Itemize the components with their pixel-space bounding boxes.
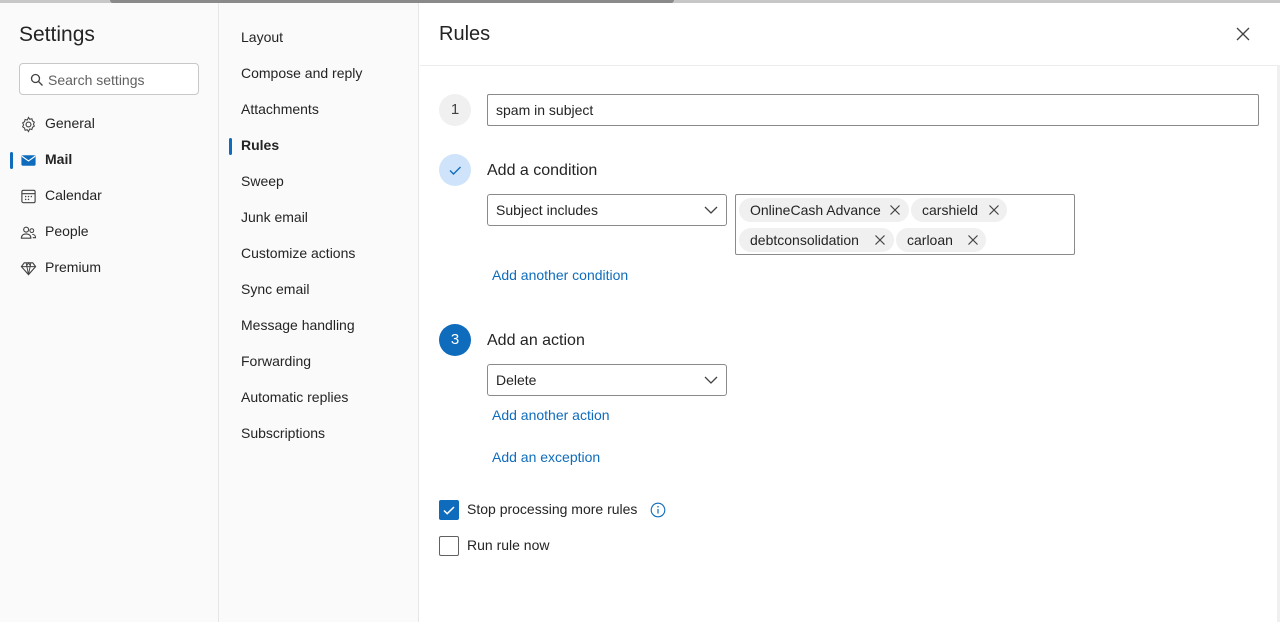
search-input[interactable] xyxy=(48,70,193,90)
add-another-action-link[interactable]: Add another action xyxy=(492,407,610,423)
stop-processing-checkbox[interactable] xyxy=(439,500,459,520)
settings-sidebar: Settings General Mail Calendar People Pr… xyxy=(0,3,219,622)
checkmark-icon xyxy=(443,506,455,515)
gear-icon xyxy=(21,116,36,133)
nav-item-junk-email[interactable]: Junk email xyxy=(219,202,418,234)
nav-item-label: Subscriptions xyxy=(241,425,326,441)
stop-processing-label: Stop processing more rules xyxy=(467,501,638,517)
nav-item-label: Automatic replies xyxy=(241,389,349,405)
info-icon[interactable] xyxy=(650,502,666,518)
rules-panel: Rules 1 Add a condition Subject includes… xyxy=(420,3,1280,622)
nav-item-label: Attachments xyxy=(241,101,319,117)
close-icon[interactable] xyxy=(1236,27,1250,41)
keyword-tag-input[interactable]: OnlineCash Advance carshield debtconsoli… xyxy=(735,194,1075,255)
chevron-down-icon xyxy=(704,376,718,384)
action-heading: Add an action xyxy=(487,332,585,349)
sidebar-item-label: Mail xyxy=(45,151,73,167)
mail-settings-nav: Layout Compose and reply Attachments Rul… xyxy=(219,3,419,622)
action-type-value: Delete xyxy=(496,372,537,388)
nav-item-subscriptions[interactable]: Subscriptions xyxy=(219,418,418,450)
people-icon xyxy=(20,226,37,239)
remove-tag-icon[interactable] xyxy=(889,204,901,216)
keyword-tag-text: OnlineCash Advance xyxy=(750,202,881,218)
nav-item-label: Sync email xyxy=(241,281,310,297)
nav-item-attachments[interactable]: Attachments xyxy=(219,94,418,126)
nav-item-label: Rules xyxy=(241,137,280,153)
run-rule-now-label: Run rule now xyxy=(467,537,550,553)
checkmark-icon xyxy=(449,166,461,175)
settings-title: Settings xyxy=(19,23,95,46)
keyword-tag-text: carshield xyxy=(922,202,979,218)
nav-item-label: Layout xyxy=(241,29,284,45)
nav-item-label: Compose and reply xyxy=(241,65,363,81)
nav-item-label: Customize actions xyxy=(241,245,356,261)
keyword-tag: carloan xyxy=(896,228,986,252)
header-divider xyxy=(420,65,1280,66)
add-exception-link[interactable]: Add an exception xyxy=(492,449,600,465)
condition-heading: Add a condition xyxy=(487,162,598,179)
sidebar-item-label: Calendar xyxy=(45,187,102,203)
remove-tag-icon[interactable] xyxy=(988,204,1000,216)
mail-icon xyxy=(21,155,36,166)
step-1-badge: 1 xyxy=(439,94,471,126)
keyword-tag-text: carloan xyxy=(907,232,953,248)
active-indicator xyxy=(10,152,13,169)
nav-item-forwarding[interactable]: Forwarding xyxy=(219,346,418,378)
sidebar-item-label: Premium xyxy=(45,259,102,275)
sidebar-item-mail[interactable]: Mail xyxy=(0,144,218,176)
nav-item-compose-and-reply[interactable]: Compose and reply xyxy=(219,58,418,90)
sidebar-item-label: People xyxy=(45,223,89,239)
keyword-tag: debtconsolidation xyxy=(739,228,894,252)
sidebar-item-people[interactable]: People xyxy=(0,216,218,248)
sidebar-item-calendar[interactable]: Calendar xyxy=(0,180,218,212)
keyword-tag: carshield xyxy=(911,198,1007,222)
sidebar-item-premium[interactable]: Premium xyxy=(0,252,218,284)
rule-name-input[interactable] xyxy=(487,94,1259,126)
remove-tag-icon[interactable] xyxy=(967,234,979,246)
action-type-dropdown[interactable]: Delete xyxy=(487,364,727,396)
sidebar-item-general[interactable]: General xyxy=(0,108,218,140)
active-indicator xyxy=(229,138,232,155)
sidebar-item-label: General xyxy=(45,115,95,131)
nav-item-sync-email[interactable]: Sync email xyxy=(219,274,418,306)
nav-item-message-handling[interactable]: Message handling xyxy=(219,310,418,342)
add-another-condition-link[interactable]: Add another condition xyxy=(492,267,628,283)
step-3-badge: 3 xyxy=(439,324,471,356)
keyword-tag-text: debtconsolidation xyxy=(750,232,859,248)
diamond-icon xyxy=(20,261,37,276)
keyword-tag: OnlineCash Advance xyxy=(739,198,909,222)
page-title: Rules xyxy=(439,23,491,45)
nav-item-sweep[interactable]: Sweep xyxy=(219,166,418,198)
nav-item-label: Message handling xyxy=(241,317,355,333)
nav-item-label: Sweep xyxy=(241,173,284,189)
search-box[interactable] xyxy=(19,63,199,95)
condition-type-value: Subject includes xyxy=(496,202,598,218)
calendar-icon xyxy=(21,189,36,204)
nav-item-automatic-replies[interactable]: Automatic replies xyxy=(219,382,418,414)
step-2-badge xyxy=(439,154,471,186)
nav-item-label: Forwarding xyxy=(241,353,312,369)
remove-tag-icon[interactable] xyxy=(874,234,886,246)
nav-item-rules[interactable]: Rules xyxy=(219,130,418,162)
chevron-down-icon xyxy=(704,206,718,214)
run-rule-now-checkbox[interactable] xyxy=(439,536,459,556)
nav-item-layout[interactable]: Layout xyxy=(219,22,418,54)
search-icon xyxy=(30,73,43,86)
nav-item-customize-actions[interactable]: Customize actions xyxy=(219,238,418,270)
nav-item-label: Junk email xyxy=(241,209,308,225)
condition-type-dropdown[interactable]: Subject includes xyxy=(487,194,727,226)
